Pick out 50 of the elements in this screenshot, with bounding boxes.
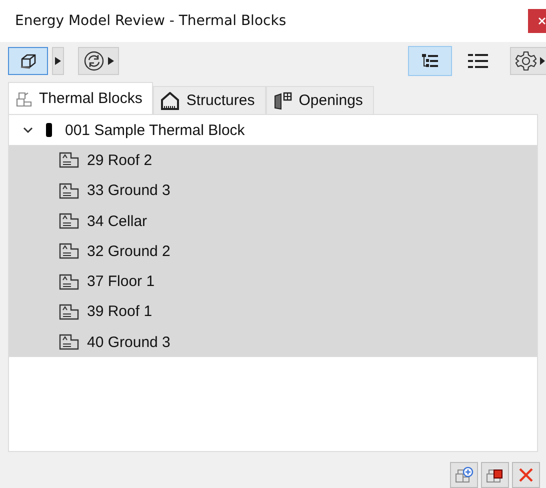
zone-icon (59, 213, 79, 230)
tree-item[interactable]: 33 Ground 3 (9, 176, 537, 206)
tab[interactable]: Openings (266, 86, 374, 114)
tab[interactable]: Thermal Blocks (8, 82, 154, 114)
zone-icon (59, 304, 79, 320)
tree-item[interactable]: 39 Roof 1 (9, 296, 537, 328)
settings-icon (515, 50, 537, 72)
tree-label: 32 Ground 2 (87, 242, 170, 260)
tree-view-icon (420, 53, 440, 69)
zone-icon (59, 182, 79, 199)
tree-label: 40 Ground 3 (87, 334, 170, 351)
tree-item[interactable]: 34 Cellar (9, 206, 537, 236)
close-button[interactable] (528, 9, 546, 33)
model-view-button[interactable] (8, 47, 48, 75)
block-icon (45, 123, 53, 138)
tree-label: 29 Roof 2 (87, 152, 152, 169)
tree-item[interactable]: 37 Floor 1 (9, 266, 537, 297)
list-view-icon (467, 53, 489, 69)
tree-label: 37 Floor 1 (87, 273, 155, 290)
tree-label: 33 Ground 3 (87, 182, 170, 200)
zone-icon (59, 243, 79, 260)
zone-icon (59, 334, 79, 350)
zone-icon (59, 152, 79, 168)
tree-item[interactable]: 29 Roof 2 (9, 145, 537, 176)
zone-icon (59, 274, 79, 290)
tree-item[interactable]: 32 Ground 2 (9, 236, 537, 266)
tree-item[interactable]: 40 Ground 3 (9, 327, 537, 358)
chevron-icon[interactable] (23, 126, 33, 134)
dropdown-arrow-button[interactable] (52, 47, 64, 75)
add-block-button[interactable] (450, 462, 478, 488)
house-icon (160, 92, 180, 110)
window-title: Energy Model Review - Thermal Blocks (15, 13, 288, 29)
tree-label: 34 Cellar (87, 212, 148, 230)
refresh-icon (83, 50, 105, 72)
tree-view-button[interactable] (408, 46, 452, 76)
settings-button[interactable] (510, 47, 546, 75)
caret-icon (540, 57, 545, 65)
tree-item[interactable]: 001 Sample Thermal Block (9, 115, 537, 146)
assign-block-button[interactable] (481, 462, 509, 488)
delete-icon (518, 467, 534, 483)
caret-icon (108, 57, 114, 65)
refresh-button[interactable] (78, 47, 119, 75)
add-block-icon (454, 466, 474, 484)
blocks-icon (15, 90, 33, 108)
close-icon (538, 17, 546, 25)
tab[interactable]: Structures (153, 86, 266, 114)
caret-icon (55, 57, 61, 65)
tree-label: 001 Sample Thermal Block (65, 122, 245, 139)
tree-label: 39 Roof 1 (87, 303, 152, 320)
door-window-icon (272, 92, 293, 110)
